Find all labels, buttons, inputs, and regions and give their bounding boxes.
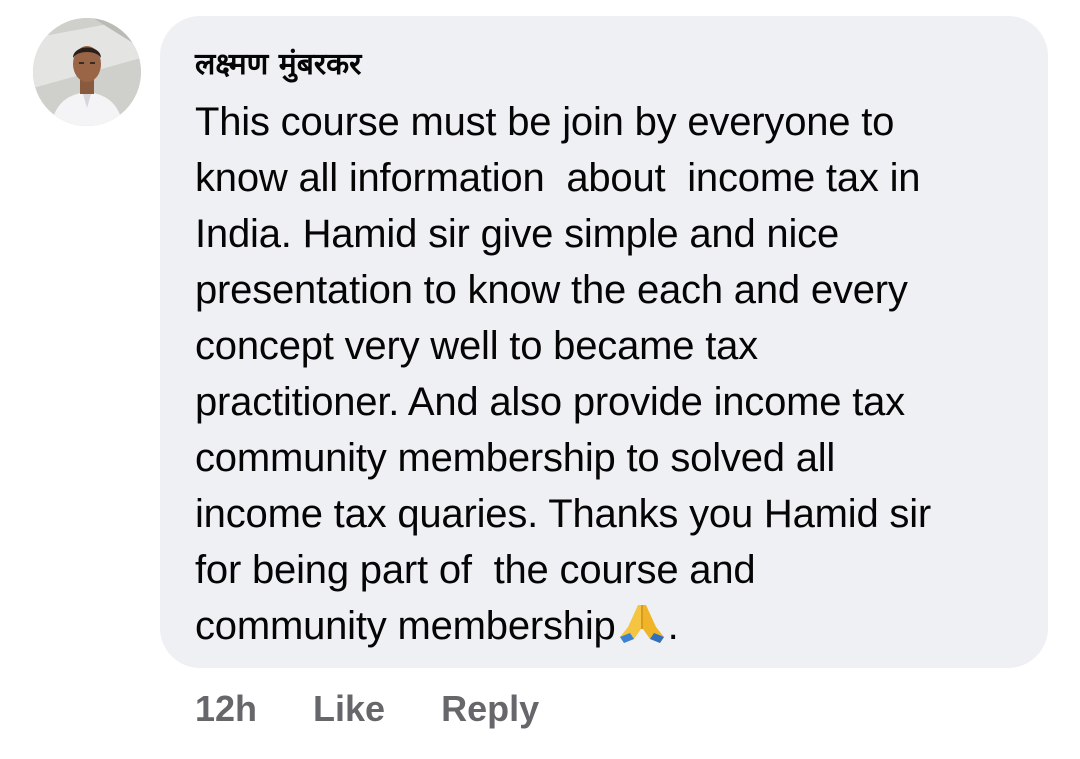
comment-line: for being part of the course and <box>195 548 756 592</box>
comment-actions: 12h Like Reply <box>195 688 539 730</box>
profile-photo-avatar-icon <box>33 18 141 126</box>
comment-line: India. Hamid sir give simple and nice <box>195 212 840 256</box>
comment-line: income tax quaries. Thanks you Hamid sir <box>195 492 932 536</box>
comment-text: This course must be join by everyone to … <box>195 94 1028 654</box>
like-button[interactable]: Like <box>313 688 385 730</box>
comment-line: community membership to solved all <box>195 436 836 480</box>
folded-hands-icon <box>616 599 668 645</box>
comment-line: This course must be join by everyone to <box>195 100 895 144</box>
comment-line: presentation to know the each and every <box>195 268 908 312</box>
reply-button[interactable]: Reply <box>441 688 539 730</box>
comment-line: know all information about income tax in <box>195 156 921 200</box>
comment-trailing-punct: . <box>667 604 679 648</box>
comment-author[interactable]: लक्ष्मण मुंबरकर <box>195 44 1028 86</box>
comment-timestamp[interactable]: 12h <box>195 688 257 730</box>
comment-row: लक्ष्मण मुंबरकर This course must be join… <box>0 0 1080 759</box>
comment-line: concept very well to became tax <box>195 324 758 368</box>
comment-bubble: लक्ष्मण मुंबरकर This course must be join… <box>160 16 1048 668</box>
comment-line: community membership <box>195 604 616 648</box>
avatar[interactable] <box>33 18 141 126</box>
comment-line: practitioner. And also provide income ta… <box>195 380 905 424</box>
